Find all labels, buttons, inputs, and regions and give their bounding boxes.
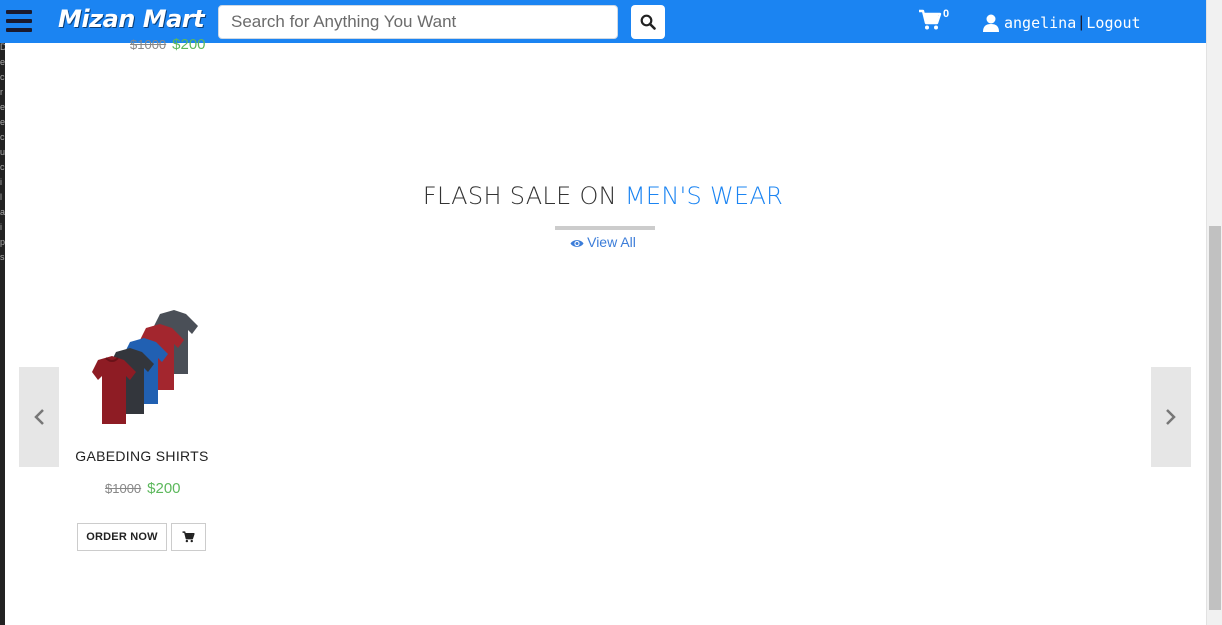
cart-count-badge: 0 (943, 8, 950, 20)
section-title-accent: MEN'S WEAR (624, 182, 784, 210)
background-window-edge: D e c r e e c u c i l a i p s (0, 0, 5, 625)
view-all-link[interactable]: View All (0, 234, 1206, 250)
old-price: $1000 (130, 37, 167, 52)
chevron-right-icon (1166, 409, 1176, 425)
product-prices: $1000 $200 (105, 480, 181, 498)
order-now-button[interactable]: ORDER NOW (77, 523, 167, 551)
add-to-cart-button[interactable] (171, 523, 206, 551)
eye-icon (570, 240, 584, 247)
carousel-next-button[interactable] (1151, 367, 1191, 467)
old-price: $1000 (105, 481, 142, 496)
site-logo[interactable]: Mizan Mart (58, 5, 205, 33)
product-image[interactable] (82, 308, 202, 428)
cart-button[interactable]: 0 (918, 8, 954, 35)
tshirt-stack-image (92, 310, 198, 424)
logout-link[interactable]: Logout (1086, 14, 1140, 32)
sale-price: $200 (172, 36, 206, 53)
title-underline (555, 226, 655, 230)
scrollbar-thumb[interactable] (1209, 226, 1221, 610)
previous-item-prices: $1000 $200 (130, 36, 206, 53)
carousel-prev-button[interactable] (19, 367, 59, 467)
view-all-label: View All (587, 234, 636, 250)
vertical-scrollbar[interactable] (1206, 0, 1222, 625)
page: D e c r e e c u c i l a i p s Mizan Mart… (0, 0, 1222, 625)
user-icon (983, 14, 999, 32)
section-title-prefix: FLASH SALE ON (422, 182, 625, 210)
shopping-cart-icon (919, 9, 942, 30)
separator: | (1079, 14, 1084, 31)
chevron-left-icon (34, 409, 44, 425)
user-menu: angelina | Logout (982, 12, 1141, 34)
username-link[interactable]: angelina (1004, 14, 1076, 32)
search-button[interactable] (631, 5, 665, 39)
sale-price: $200 (147, 480, 181, 497)
search-icon (640, 14, 656, 30)
shopping-cart-icon (182, 531, 195, 543)
hamburger-menu-icon[interactable] (6, 10, 32, 32)
search-input[interactable] (218, 5, 618, 39)
product-name[interactable]: GABEDING SHIRTS (60, 448, 224, 464)
section-title: FLASH SALE ON MEN'S WEAR (0, 182, 1206, 210)
